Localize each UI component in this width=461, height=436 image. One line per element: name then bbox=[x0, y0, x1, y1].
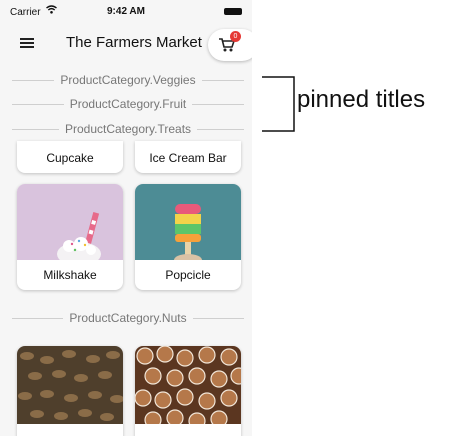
product-name: Ice Cream Bar bbox=[149, 151, 227, 165]
product-card-milkshake[interactable]: Milkshake bbox=[17, 184, 123, 290]
category-label: ProductCategory.Nuts bbox=[69, 311, 187, 325]
product-card-ice-cream-bar[interactable]: Ice Cream Bar bbox=[135, 141, 241, 173]
milkshake-image bbox=[17, 184, 123, 260]
hamburger-menu-icon[interactable] bbox=[20, 38, 34, 48]
product-name: Cupcake bbox=[46, 151, 94, 165]
category-title-treats: ProductCategory.Treats bbox=[12, 121, 244, 137]
category-label: ProductCategory.Treats bbox=[64, 122, 192, 136]
phone-screen: Carrier 9:42 AM The Farmers Market 0 Pro… bbox=[0, 0, 252, 436]
product-card-popcicle[interactable]: Popcicle bbox=[135, 184, 241, 290]
product-card-nuts-1[interactable] bbox=[17, 346, 123, 436]
category-title-nuts: ProductCategory.Nuts bbox=[12, 310, 245, 326]
cart-badge: 0 bbox=[230, 31, 241, 42]
popcicle-image bbox=[135, 184, 241, 260]
category-title-fruit: ProductCategory.Fruit bbox=[12, 96, 244, 112]
product-card-nuts-2[interactable] bbox=[135, 346, 241, 436]
battery-icon bbox=[224, 8, 242, 15]
nuts-image bbox=[17, 346, 123, 424]
annotation-bracket bbox=[262, 76, 295, 132]
category-title-veggies: ProductCategory.Veggies bbox=[12, 72, 245, 88]
status-time: 9:42 AM bbox=[107, 6, 145, 17]
annotation-label: pinned titles bbox=[297, 86, 426, 113]
product-name: Milkshake bbox=[43, 268, 97, 282]
app-title: The Farmers Market bbox=[66, 34, 202, 51]
category-label: ProductCategory.Veggies bbox=[60, 73, 196, 87]
status-bar: Carrier 9:42 AM bbox=[0, 0, 252, 24]
product-card-cupcake[interactable]: Cupcake bbox=[17, 141, 123, 173]
product-name: Popcicle bbox=[165, 268, 211, 282]
category-label: ProductCategory.Fruit bbox=[69, 97, 187, 111]
cart-button[interactable]: 0 bbox=[208, 29, 252, 61]
hazelnuts-image bbox=[135, 346, 241, 424]
app-bar: The Farmers Market 0 bbox=[0, 24, 252, 62]
